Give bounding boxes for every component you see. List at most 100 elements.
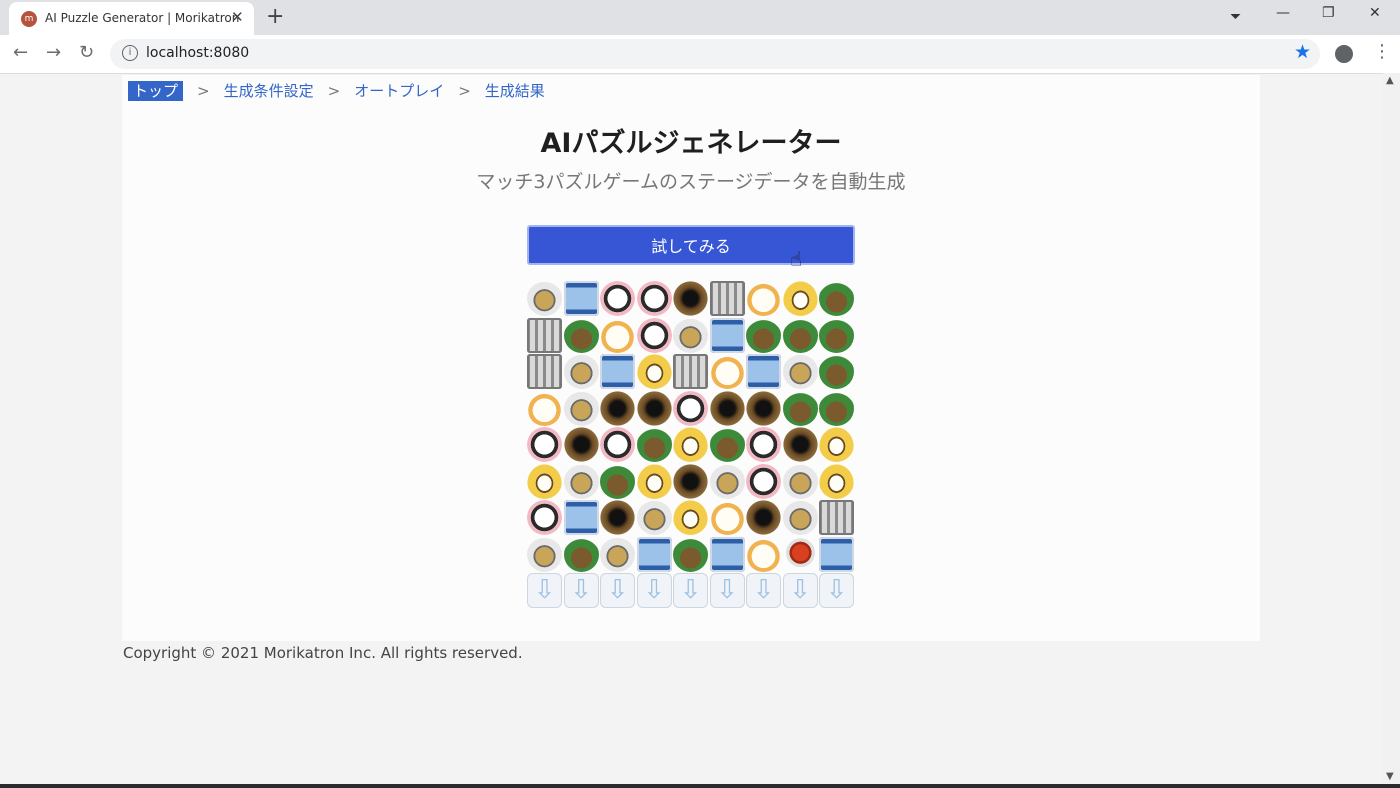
tile-chick-icon (600, 317, 635, 353)
tile-hole-icon (673, 463, 708, 499)
tile-giraffe-icon (527, 281, 562, 316)
tile-hole-icon (746, 500, 781, 535)
breadcrumb-autoplay[interactable]: オートプレイ (354, 82, 444, 100)
tile-giraffe-icon (673, 317, 708, 353)
url-text[interactable]: localhost:8080 (146, 45, 249, 61)
breadcrumb-separator: > (197, 82, 210, 100)
tile-penguin-icon (819, 463, 854, 499)
tile-cow-icon (746, 427, 781, 462)
tile-cow-icon (600, 281, 635, 316)
reload-icon[interactable]: ↻ (79, 42, 94, 63)
info-icon[interactable]: i (122, 45, 138, 61)
tile-turtle-icon (819, 281, 854, 316)
tile-giraffe-icon (709, 463, 745, 499)
tile-hole-icon (746, 390, 781, 426)
tile-arrow-icon: ⇩ (673, 573, 708, 608)
tile-turtle-icon (819, 354, 854, 389)
profile-icon[interactable] (1335, 45, 1353, 63)
hand-cursor-icon: ☝ (790, 247, 803, 271)
tile-cow-icon (527, 427, 562, 462)
tab-close-icon[interactable]: ✕ (231, 8, 244, 26)
tile-giraffe-icon (563, 390, 599, 426)
tile-arrow-icon: ⇩ (709, 573, 745, 608)
tile-cage-icon (819, 500, 854, 535)
tile-hole-icon (673, 281, 708, 316)
tile-arrow-icon: ⇩ (819, 573, 854, 608)
page-scrollbar[interactable]: ▲ ▼ (1383, 73, 1400, 788)
tile-hole-icon (600, 500, 635, 535)
breadcrumb-separator: > (327, 82, 341, 100)
browser-tab-bar: m AI Puzzle Generator | Morikatron ✕ + ⏷… (0, 0, 1400, 35)
breadcrumb-result[interactable]: 生成結果 (485, 82, 545, 100)
window-close-icon[interactable]: ✕ (1369, 5, 1381, 21)
tile-turtle-icon (782, 317, 818, 353)
footer-copyright: Copyright © 2021 Morikatron Inc. All rig… (123, 644, 523, 662)
tile-turtle-icon (709, 427, 745, 462)
morikatron-favicon-icon: m (21, 11, 37, 27)
tile-turtle-icon (673, 536, 708, 572)
minimize-icon[interactable]: — (1276, 5, 1290, 21)
tile-cow-icon (527, 500, 562, 535)
tile-jar-icon (709, 317, 745, 353)
tile-giraffe-icon (527, 536, 562, 572)
tile-arrow-icon: ⇩ (527, 573, 562, 608)
tile-cage-icon (673, 354, 708, 389)
tile-arrow-icon: ⇩ (782, 573, 818, 608)
breadcrumb-settings[interactable]: 生成条件設定 (224, 82, 314, 100)
breadcrumb-top[interactable]: トップ (128, 81, 184, 101)
tile-giraffe-icon (782, 463, 818, 499)
tile-hole-icon (636, 390, 672, 426)
tile-jar-icon (819, 536, 854, 572)
tile-crab-icon (782, 536, 818, 572)
tile-hole-icon (782, 427, 818, 462)
scroll-down-icon[interactable]: ▼ (1386, 771, 1394, 782)
tile-cage-icon (709, 281, 745, 316)
tab-search-icon[interactable]: ⏷ (1230, 9, 1241, 25)
tile-giraffe-icon (563, 463, 599, 499)
tile-jar-icon (563, 281, 599, 316)
tile-cow-icon (746, 463, 781, 499)
back-arrow-icon[interactable]: ← (13, 42, 28, 63)
tile-turtle-icon (819, 390, 854, 426)
address-bar[interactable]: i localhost:8080 ★ (110, 39, 1320, 69)
tile-cow-icon (636, 317, 672, 353)
tile-penguin-icon (636, 354, 672, 389)
tile-jar-icon (746, 354, 781, 389)
taskbar-edge (0, 784, 1400, 788)
scroll-up-icon[interactable]: ▲ (1386, 75, 1394, 86)
tile-turtle-icon (563, 317, 599, 353)
tile-cage-icon (527, 317, 562, 353)
tile-penguin-icon (782, 281, 818, 316)
tile-penguin-icon (819, 427, 854, 462)
restore-icon[interactable]: ❐ (1322, 5, 1335, 21)
puzzle-board: ⇩ ⇩ ⇩ ⇩ ⇩ ⇩ ⇩ ⇩ ⇩ (527, 281, 854, 608)
tile-cow-icon (673, 390, 708, 426)
tile-penguin-icon (673, 427, 708, 462)
tile-turtle-icon (819, 317, 854, 353)
tile-penguin-icon (673, 500, 708, 535)
new-tab-icon[interactable]: + (266, 4, 284, 29)
tile-cage-icon (527, 354, 562, 389)
tile-jar-icon (563, 500, 599, 535)
tile-penguin-icon (527, 463, 562, 499)
tile-giraffe-icon (600, 536, 635, 572)
tile-hole-icon (709, 390, 745, 426)
tile-cow-icon (600, 427, 635, 462)
browser-tab[interactable]: m AI Puzzle Generator | Morikatron ✕ (9, 2, 254, 35)
tile-chick-icon (527, 390, 562, 426)
breadcrumb-separator: > (458, 82, 471, 100)
page-content: トップ > 生成条件設定 > オートプレイ > 生成結果 AIパズルジェネレーター マッチ3… (122, 75, 1260, 641)
tile-chick-icon (746, 281, 781, 316)
tile-chick-icon (746, 536, 781, 572)
tile-arrow-icon: ⇩ (600, 573, 635, 608)
try-it-button[interactable]: 試してみる (527, 225, 855, 265)
breadcrumb: トップ > 生成条件設定 > オートプレイ > 生成結果 (128, 80, 545, 101)
page-title: AIパズルジェネレーター (540, 128, 842, 159)
forward-arrow-icon[interactable]: → (46, 42, 61, 63)
tile-turtle-icon (746, 317, 781, 353)
tile-giraffe-icon (782, 500, 818, 535)
bookmark-star-icon[interactable]: ★ (1294, 41, 1311, 63)
menu-kebab-icon[interactable]: ⋮ (1373, 41, 1391, 62)
tile-chick-icon (709, 500, 745, 535)
tile-jar-icon (709, 536, 745, 572)
